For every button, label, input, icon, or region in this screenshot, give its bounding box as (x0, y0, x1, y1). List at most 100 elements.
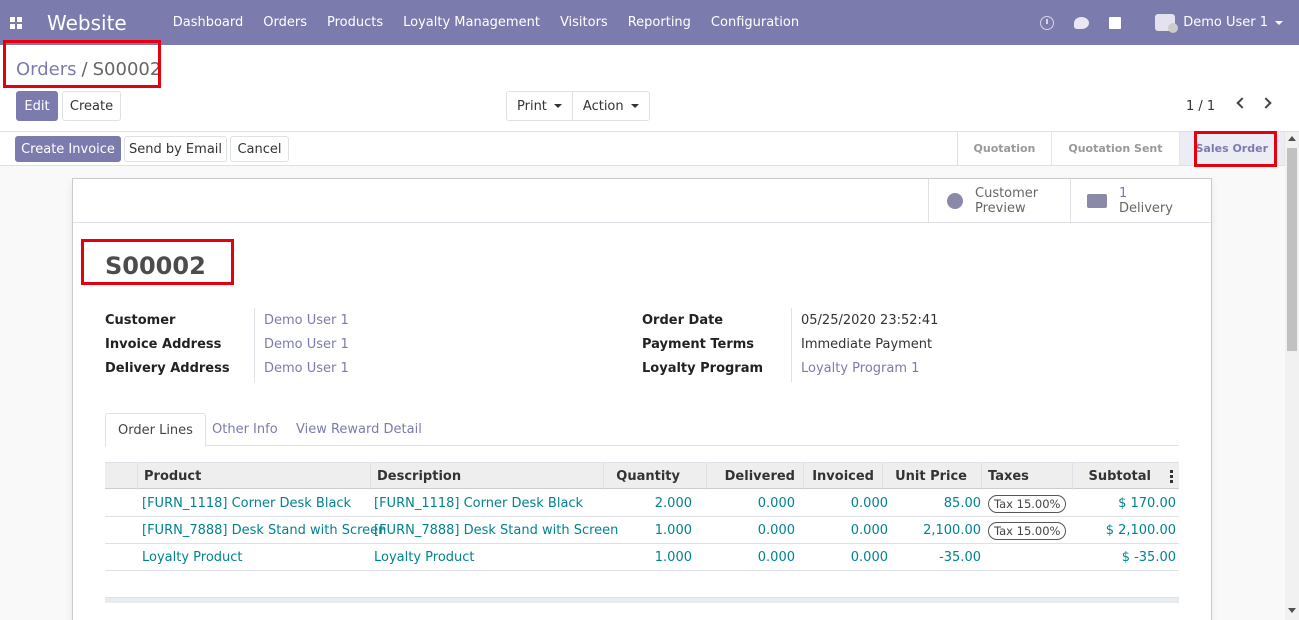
edit-button[interactable]: Edit (16, 91, 58, 121)
delivery-address-label: Delivery Address (105, 361, 230, 376)
delivery-text: 1 Delivery (1119, 186, 1173, 216)
delivery-label: Delivery (1119, 201, 1173, 216)
cell-product: [FURN_1118] Corner Desk Black (142, 496, 352, 511)
messaging-chat-icon[interactable] (1074, 16, 1090, 29)
table-row[interactable]: [FURN_7888] Desk Stand with Screen [FURN… (105, 517, 1179, 544)
order-date-label: Order Date (642, 313, 724, 328)
cell-invoiced: 0.000 (850, 523, 888, 538)
pager-value[interactable]: 1 / 1 (1186, 99, 1215, 114)
menu-configuration[interactable]: Configuration (711, 15, 799, 30)
control-panel: Orders / S00002 Edit Create Print Action 1… (0, 45, 1299, 132)
tab-order-lines[interactable]: Order Lines (105, 413, 206, 447)
cell-product: Loyalty Product (142, 550, 243, 565)
customer-preview-line1: Customer (975, 186, 1039, 201)
cell-unit-price: 85.00 (943, 496, 981, 511)
smart-button-box: Customer Preview 1 Delivery (73, 179, 1211, 223)
user-name-label: Demo User 1 (1183, 15, 1268, 30)
loyalty-program-value[interactable]: Loyalty Program 1 (801, 361, 919, 376)
globe-icon (947, 193, 963, 209)
payment-terms-label: Payment Terms (642, 337, 755, 352)
cell-description: Loyalty Product (374, 550, 475, 565)
vertical-scrollbar[interactable] (1285, 132, 1299, 620)
gift-icon[interactable] (1109, 16, 1122, 29)
scroll-thumb[interactable] (1287, 148, 1297, 351)
menu-visitors[interactable]: Visitors (560, 15, 608, 30)
column-options-icon[interactable] (1170, 470, 1173, 483)
print-label: Print (517, 98, 547, 114)
cell-subtotal: $ -35.00 (1121, 550, 1176, 565)
cell-subtotal: $ 170.00 (1118, 496, 1176, 511)
pager-next-icon[interactable] (1260, 97, 1272, 109)
column-quantity[interactable]: Quantity (603, 463, 688, 490)
column-invoiced[interactable]: Invoiced (803, 463, 882, 490)
cell-delivered: 0.000 (757, 523, 795, 538)
statusbar: Create Invoice Send by Email Cancel Quot… (0, 132, 1299, 166)
user-avatar[interactable] (1155, 14, 1179, 33)
customer-preview-button[interactable]: Customer Preview (928, 179, 1070, 223)
send-by-email-button[interactable]: Send by Email (124, 136, 227, 162)
caret-down-icon (630, 104, 639, 108)
pager-previous-icon[interactable] (1236, 97, 1248, 109)
delivery-count: 1 (1119, 186, 1128, 201)
column-description[interactable]: Description (370, 463, 603, 490)
cell-description: [FURN_7888] Desk Stand with Screen (374, 523, 619, 538)
truck-icon (1087, 194, 1107, 208)
customer-preview-text: Customer Preview (975, 186, 1038, 216)
caret-down-icon (1275, 20, 1283, 25)
cell-quantity: 1.000 (654, 550, 692, 565)
tax-tag: Tax 15.00% (988, 521, 1067, 540)
field-separator (254, 308, 255, 382)
customer-preview-line2: Preview (975, 201, 1026, 216)
column-taxes[interactable]: Taxes (981, 463, 1072, 490)
delivery-address-value[interactable]: Demo User 1 (264, 361, 349, 376)
stage-quotation-sent[interactable]: Quotation Sent (1052, 132, 1180, 165)
activity-clock-icon[interactable] (1040, 15, 1055, 30)
app-brand[interactable]: Website (47, 11, 127, 35)
menu-products[interactable]: Products (327, 15, 383, 30)
cell-quantity: 1.000 (654, 523, 692, 538)
column-delivered[interactable]: Delivered (706, 463, 803, 490)
invoice-address-value[interactable]: Demo User 1 (264, 337, 349, 352)
user-menu[interactable]: Demo User 1 (1183, 15, 1283, 30)
top-navbar: Website Dashboard Orders Products Loyalt… (0, 0, 1299, 45)
stage-quotation[interactable]: Quotation (958, 132, 1053, 165)
apps-menu-icon[interactable] (10, 16, 22, 29)
action-label: Action (582, 98, 624, 114)
cell-subtotal: $ 2,100.00 (1105, 523, 1176, 538)
delivery-smart-button[interactable]: 1 Delivery (1070, 179, 1211, 223)
menu-orders[interactable]: Orders (263, 15, 307, 30)
action-dropdown[interactable]: Action (571, 92, 649, 120)
tab-other-info[interactable]: Other Info (200, 413, 290, 446)
table-row[interactable]: Loyalty Product Loyalty Product 1.000 0.… (105, 544, 1179, 571)
customer-value[interactable]: Demo User 1 (264, 313, 349, 328)
customer-label: Customer (105, 313, 176, 328)
cell-taxes: Tax 15.00% (988, 517, 1067, 544)
print-dropdown[interactable]: Print (507, 92, 572, 120)
field-separator (791, 308, 792, 382)
notebook-tabs: Order Lines Other Info View Reward Detai… (105, 413, 1179, 447)
cell-unit-price: 2,100.00 (923, 523, 981, 538)
create-invoice-button[interactable]: Create Invoice (15, 136, 121, 162)
menu-dashboard[interactable]: Dashboard (173, 15, 244, 30)
table-row[interactable]: [FURN_1118] Corner Desk Black [FURN_1118… (105, 490, 1179, 517)
cell-invoiced: 0.000 (850, 550, 888, 565)
payment-terms-value: Immediate Payment (801, 337, 933, 352)
loyalty-program-label: Loyalty Program (642, 361, 764, 376)
highlight-breadcrumb (3, 40, 161, 88)
main-menu: Dashboard Orders Products Loyalty Manage… (173, 15, 819, 30)
tax-tag: Tax 15.00% (988, 494, 1067, 513)
menu-loyalty-management[interactable]: Loyalty Management (403, 15, 540, 30)
cell-description: [FURN_1118] Corner Desk Black (374, 496, 584, 511)
print-action-group: Print Action (506, 91, 650, 121)
scroll-up-icon[interactable] (1288, 136, 1296, 141)
cancel-button[interactable]: Cancel (230, 136, 289, 162)
navbar-systray: Demo User 1 (1020, 0, 1283, 45)
column-unit-price[interactable]: Unit Price (882, 463, 975, 490)
scroll-down-icon[interactable] (1288, 608, 1296, 613)
column-product[interactable]: Product (137, 463, 370, 490)
create-button[interactable]: Create (62, 91, 121, 121)
caret-down-icon (553, 104, 562, 108)
tab-view-reward-detail[interactable]: View Reward Detail (284, 413, 434, 446)
column-subtotal[interactable]: Subtotal (1072, 463, 1159, 490)
menu-reporting[interactable]: Reporting (628, 15, 691, 30)
